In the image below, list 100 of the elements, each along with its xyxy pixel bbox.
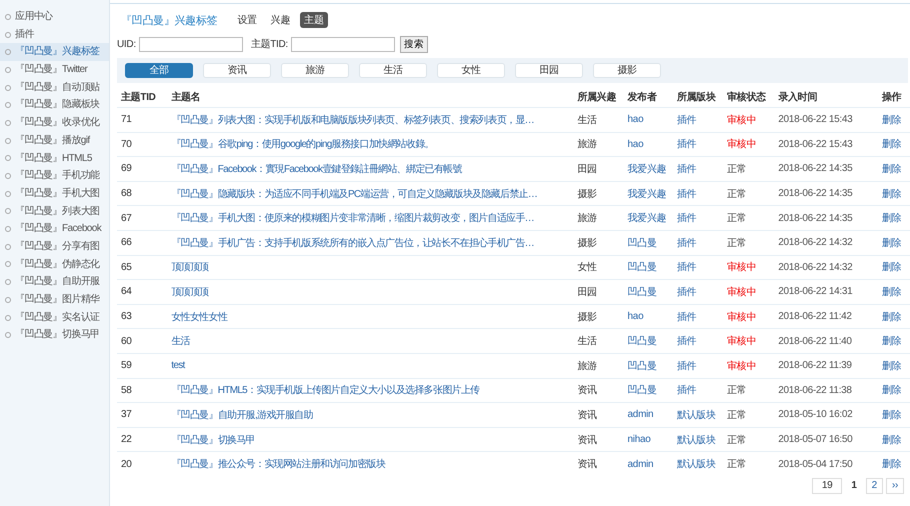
author-link[interactable]: hao [628, 114, 644, 126]
sidebar-item[interactable]: 『凹凸曼』自助开服 [0, 273, 109, 291]
topic-link[interactable]: 『凹凸曼』Facebook：實現Facebook壹鍵登錄註冊網站、綁定已有帳號 [171, 164, 462, 175]
forum-link[interactable]: 插件 [676, 164, 696, 175]
delete-link[interactable]: 删除 [882, 188, 902, 200]
sidebar-item[interactable]: 『凹凸曼』实名认证 [0, 308, 109, 326]
topic-link[interactable]: 『凹凸曼』列表大图：实现手机版和电脑版版块列表页、标签列表页、搜索列表页，显… [171, 114, 534, 126]
sidebar-item[interactable]: 『凹凸曼』列表大图 [0, 202, 109, 220]
delete-link[interactable]: 删除 [882, 164, 902, 175]
delete-link[interactable]: 删除 [882, 459, 902, 470]
sidebar-item[interactable]: 『凹凸曼』图片精华 [0, 291, 109, 309]
category-tab[interactable]: 旅游 [281, 63, 349, 78]
forum-link[interactable]: 插件 [676, 213, 696, 224]
author-link[interactable]: hao [628, 138, 644, 150]
sidebar-item[interactable]: 应用中心 [0, 8, 109, 26]
tab[interactable]: 兴趣 [266, 12, 294, 28]
topic-link[interactable]: 生活 [171, 336, 190, 348]
forum-link[interactable]: 插件 [676, 139, 696, 150]
table-cell: 2018-05-04 17:50 [778, 458, 852, 470]
author-link[interactable]: 凹凸曼 [628, 286, 657, 298]
sidebar-item[interactable]: 『凹凸曼』兴趣标签 [0, 43, 109, 62]
tid-input[interactable] [290, 36, 395, 52]
sidebar-item[interactable]: 『凹凸曼』播放gif [0, 132, 109, 150]
topic-link[interactable]: 『凹凸曼』推公众号：实现网站注册和访问加密版块 [171, 459, 386, 470]
delete-link[interactable]: 删除 [882, 213, 902, 224]
forum-link[interactable]: 插件 [676, 262, 696, 274]
category-tab[interactable]: 全部 [125, 63, 193, 78]
forum-link[interactable]: 插件 [676, 336, 696, 348]
topic-link[interactable]: 『凹凸曼』隐藏版块：为适应不同手机端及PC端运营，可自定义隐藏版块及隐藏后禁止… [171, 188, 538, 200]
forum-link[interactable]: 插件 [676, 188, 696, 200]
forum-link[interactable]: 插件 [676, 312, 696, 323]
topic-link[interactable]: 『凹凸曼』自助开服,游戏开服自助 [171, 410, 313, 421]
forum-link[interactable]: 插件 [676, 114, 696, 126]
delete-link[interactable]: 删除 [882, 410, 902, 421]
sidebar-item[interactable]: 『凹凸曼』伪静态化 [0, 256, 109, 274]
author-link[interactable]: 凹凸曼 [628, 385, 657, 396]
delete-link[interactable]: 删除 [882, 114, 902, 126]
sidebar-item[interactable]: 『凹凸曼』手机功能 [0, 167, 109, 185]
author-link[interactable]: 凹凸曼 [628, 238, 657, 249]
category-tab[interactable]: 资讯 [203, 63, 271, 78]
delete-link[interactable]: 删除 [882, 434, 902, 446]
topic-link[interactable]: 『凹凸曼』手机大图：使原来的模糊图片变非常清晰，缩图片裁剪改变，图片自适应手… [171, 213, 534, 224]
forum-link[interactable]: 默认版块 [676, 410, 716, 421]
table-cell: 2018-06-22 11:38 [778, 384, 852, 396]
forum-link[interactable]: 插件 [676, 360, 696, 372]
author-link[interactable]: 凹凸曼 [628, 360, 657, 372]
topic-link[interactable]: 女性女性女性 [171, 312, 228, 323]
topic-link[interactable]: test [171, 360, 185, 372]
category-tab[interactable]: 田园 [515, 63, 583, 78]
search-button[interactable]: 搜索 [400, 36, 428, 52]
delete-link[interactable]: 删除 [882, 385, 902, 396]
author-link[interactable]: 凹凸曼 [628, 262, 657, 274]
category-tab[interactable]: 生活 [359, 63, 427, 78]
delete-link[interactable]: 删除 [882, 336, 902, 348]
delete-link[interactable]: 删除 [882, 360, 902, 372]
sidebar-item[interactable]: 『凹凸曼』手机大图 [0, 184, 109, 203]
topic-link[interactable]: 『凹凸曼』手机广告：支持手机版系统所有的嵌入点广告位，让站长不在担心手机广告… [171, 238, 534, 249]
category-tab[interactable]: 摄影 [593, 63, 661, 78]
author-link[interactable]: nihao [628, 434, 651, 446]
sidebar-item[interactable]: 『凹凸曼』切换马甲 [0, 326, 109, 344]
delete-link[interactable]: 删除 [882, 262, 902, 274]
page-link[interactable]: 2 [866, 478, 883, 494]
delete-link[interactable]: 删除 [882, 139, 902, 150]
uid-input[interactable] [138, 36, 243, 52]
category-tab[interactable]: 女性 [437, 63, 505, 78]
sidebar-item[interactable]: 『凹凸曼』分享有图 [0, 238, 109, 256]
delete-link[interactable]: 删除 [882, 238, 902, 249]
delete-link[interactable]: 删除 [882, 286, 902, 298]
sidebar-item[interactable]: 『凹凸曼』Facebook [0, 220, 109, 238]
forum-link[interactable]: 插件 [676, 385, 696, 396]
topic-link[interactable]: 顶顶顶顶 [171, 286, 208, 298]
topic-link[interactable]: 『凹凸曼』谷歌ping：使用google的ping服務接口加快網站收錄。 [171, 139, 434, 150]
topic-link[interactable]: 『凹凸曼』切换马甲 [171, 434, 255, 446]
author-link[interactable]: 我爱兴趣 [628, 188, 666, 200]
table-cell: 71 [121, 114, 132, 126]
sidebar-item[interactable]: 『凹凸曼』HTML5 [0, 150, 109, 168]
tab[interactable]: 主题 [300, 12, 328, 28]
forum-link[interactable]: 插件 [676, 286, 696, 298]
topic-link[interactable]: 『凹凸曼』HTML5：实现手机版上传图片自定义大小以及选择多张图片上传 [171, 385, 480, 396]
author-link[interactable]: 我爱兴趣 [628, 164, 666, 175]
sidebar-item[interactable]: 『凹凸曼』隐藏板块 [0, 96, 109, 114]
sidebar-item[interactable]: 『凹凸曼』Twitter [0, 61, 109, 79]
author-link[interactable]: 我爱兴趣 [628, 213, 666, 224]
next-page-button[interactable]: ›› [886, 478, 904, 494]
delete-link[interactable]: 删除 [882, 312, 902, 323]
sidebar-item[interactable]: 插件 [0, 26, 109, 44]
author-link[interactable]: hao [628, 311, 644, 322]
author-link[interactable]: 凹凸曼 [628, 336, 657, 348]
column-header: 主题名 [171, 92, 200, 103]
topic-link[interactable]: 顶顶顶顶 [171, 262, 208, 274]
table-cell: 70 [121, 138, 132, 150]
tab[interactable]: 设置 [233, 12, 261, 28]
sidebar-item[interactable]: 『凹凸曼』收录优化 [0, 114, 109, 132]
page-link[interactable]: 1 [845, 478, 863, 494]
author-link[interactable]: admin [628, 409, 654, 420]
sidebar-item[interactable]: 『凹凸曼』自动顶贴 [0, 78, 109, 96]
forum-link[interactable]: 默认版块 [676, 459, 716, 470]
author-link[interactable]: admin [628, 458, 654, 470]
forum-link[interactable]: 插件 [676, 238, 696, 249]
forum-link[interactable]: 默认版块 [676, 434, 716, 446]
